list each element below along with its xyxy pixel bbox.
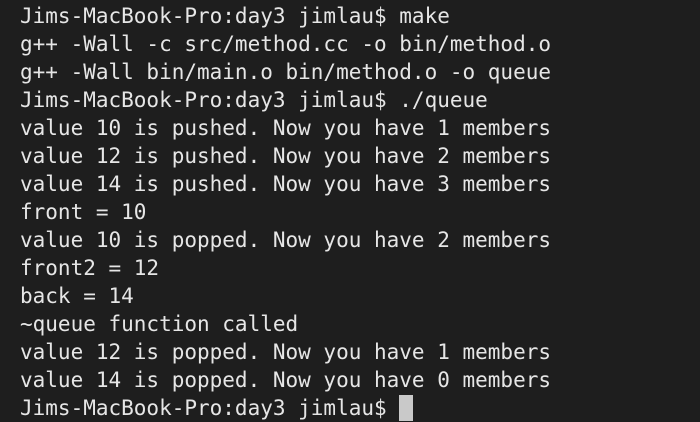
terminal-line: g++ -Wall bin/main.o bin/method.o -o que… (20, 60, 552, 84)
terminal-line: Jims-MacBook-Pro:day3 jimlau$ ./queue (20, 88, 488, 112)
terminal-line: g++ -Wall -c src/method.cc -o bin/method… (20, 32, 552, 56)
terminal-line: ~queue function called (20, 312, 299, 336)
terminal-window[interactable]: Jims-MacBook-Pro:day3 jimlau$ make g++ -… (0, 0, 700, 422)
terminal-line: value 14 is popped. Now you have 0 membe… (20, 368, 552, 392)
terminal-line: Jims-MacBook-Pro:day3 jimlau$ make (20, 4, 450, 28)
text-cursor (398, 395, 413, 421)
terminal-line: back = 14 (20, 284, 134, 308)
terminal-line: front2 = 12 (20, 256, 160, 280)
terminal-line: value 12 is popped. Now you have 1 membe… (20, 340, 552, 364)
shell-prompt: Jims-MacBook-Pro:day3 jimlau$ (20, 396, 387, 420)
terminal-line: value 12 is pushed. Now you have 2 membe… (20, 144, 552, 168)
terminal-line: value 10 is pushed. Now you have 1 membe… (20, 116, 552, 140)
terminal-line: front = 10 (20, 200, 147, 224)
terminal-line: value 14 is pushed. Now you have 3 membe… (20, 172, 552, 196)
active-prompt-line[interactable]: Jims-MacBook-Pro:day3 jimlau$ (20, 394, 700, 422)
terminal-line: value 10 is popped. Now you have 2 membe… (20, 228, 552, 252)
